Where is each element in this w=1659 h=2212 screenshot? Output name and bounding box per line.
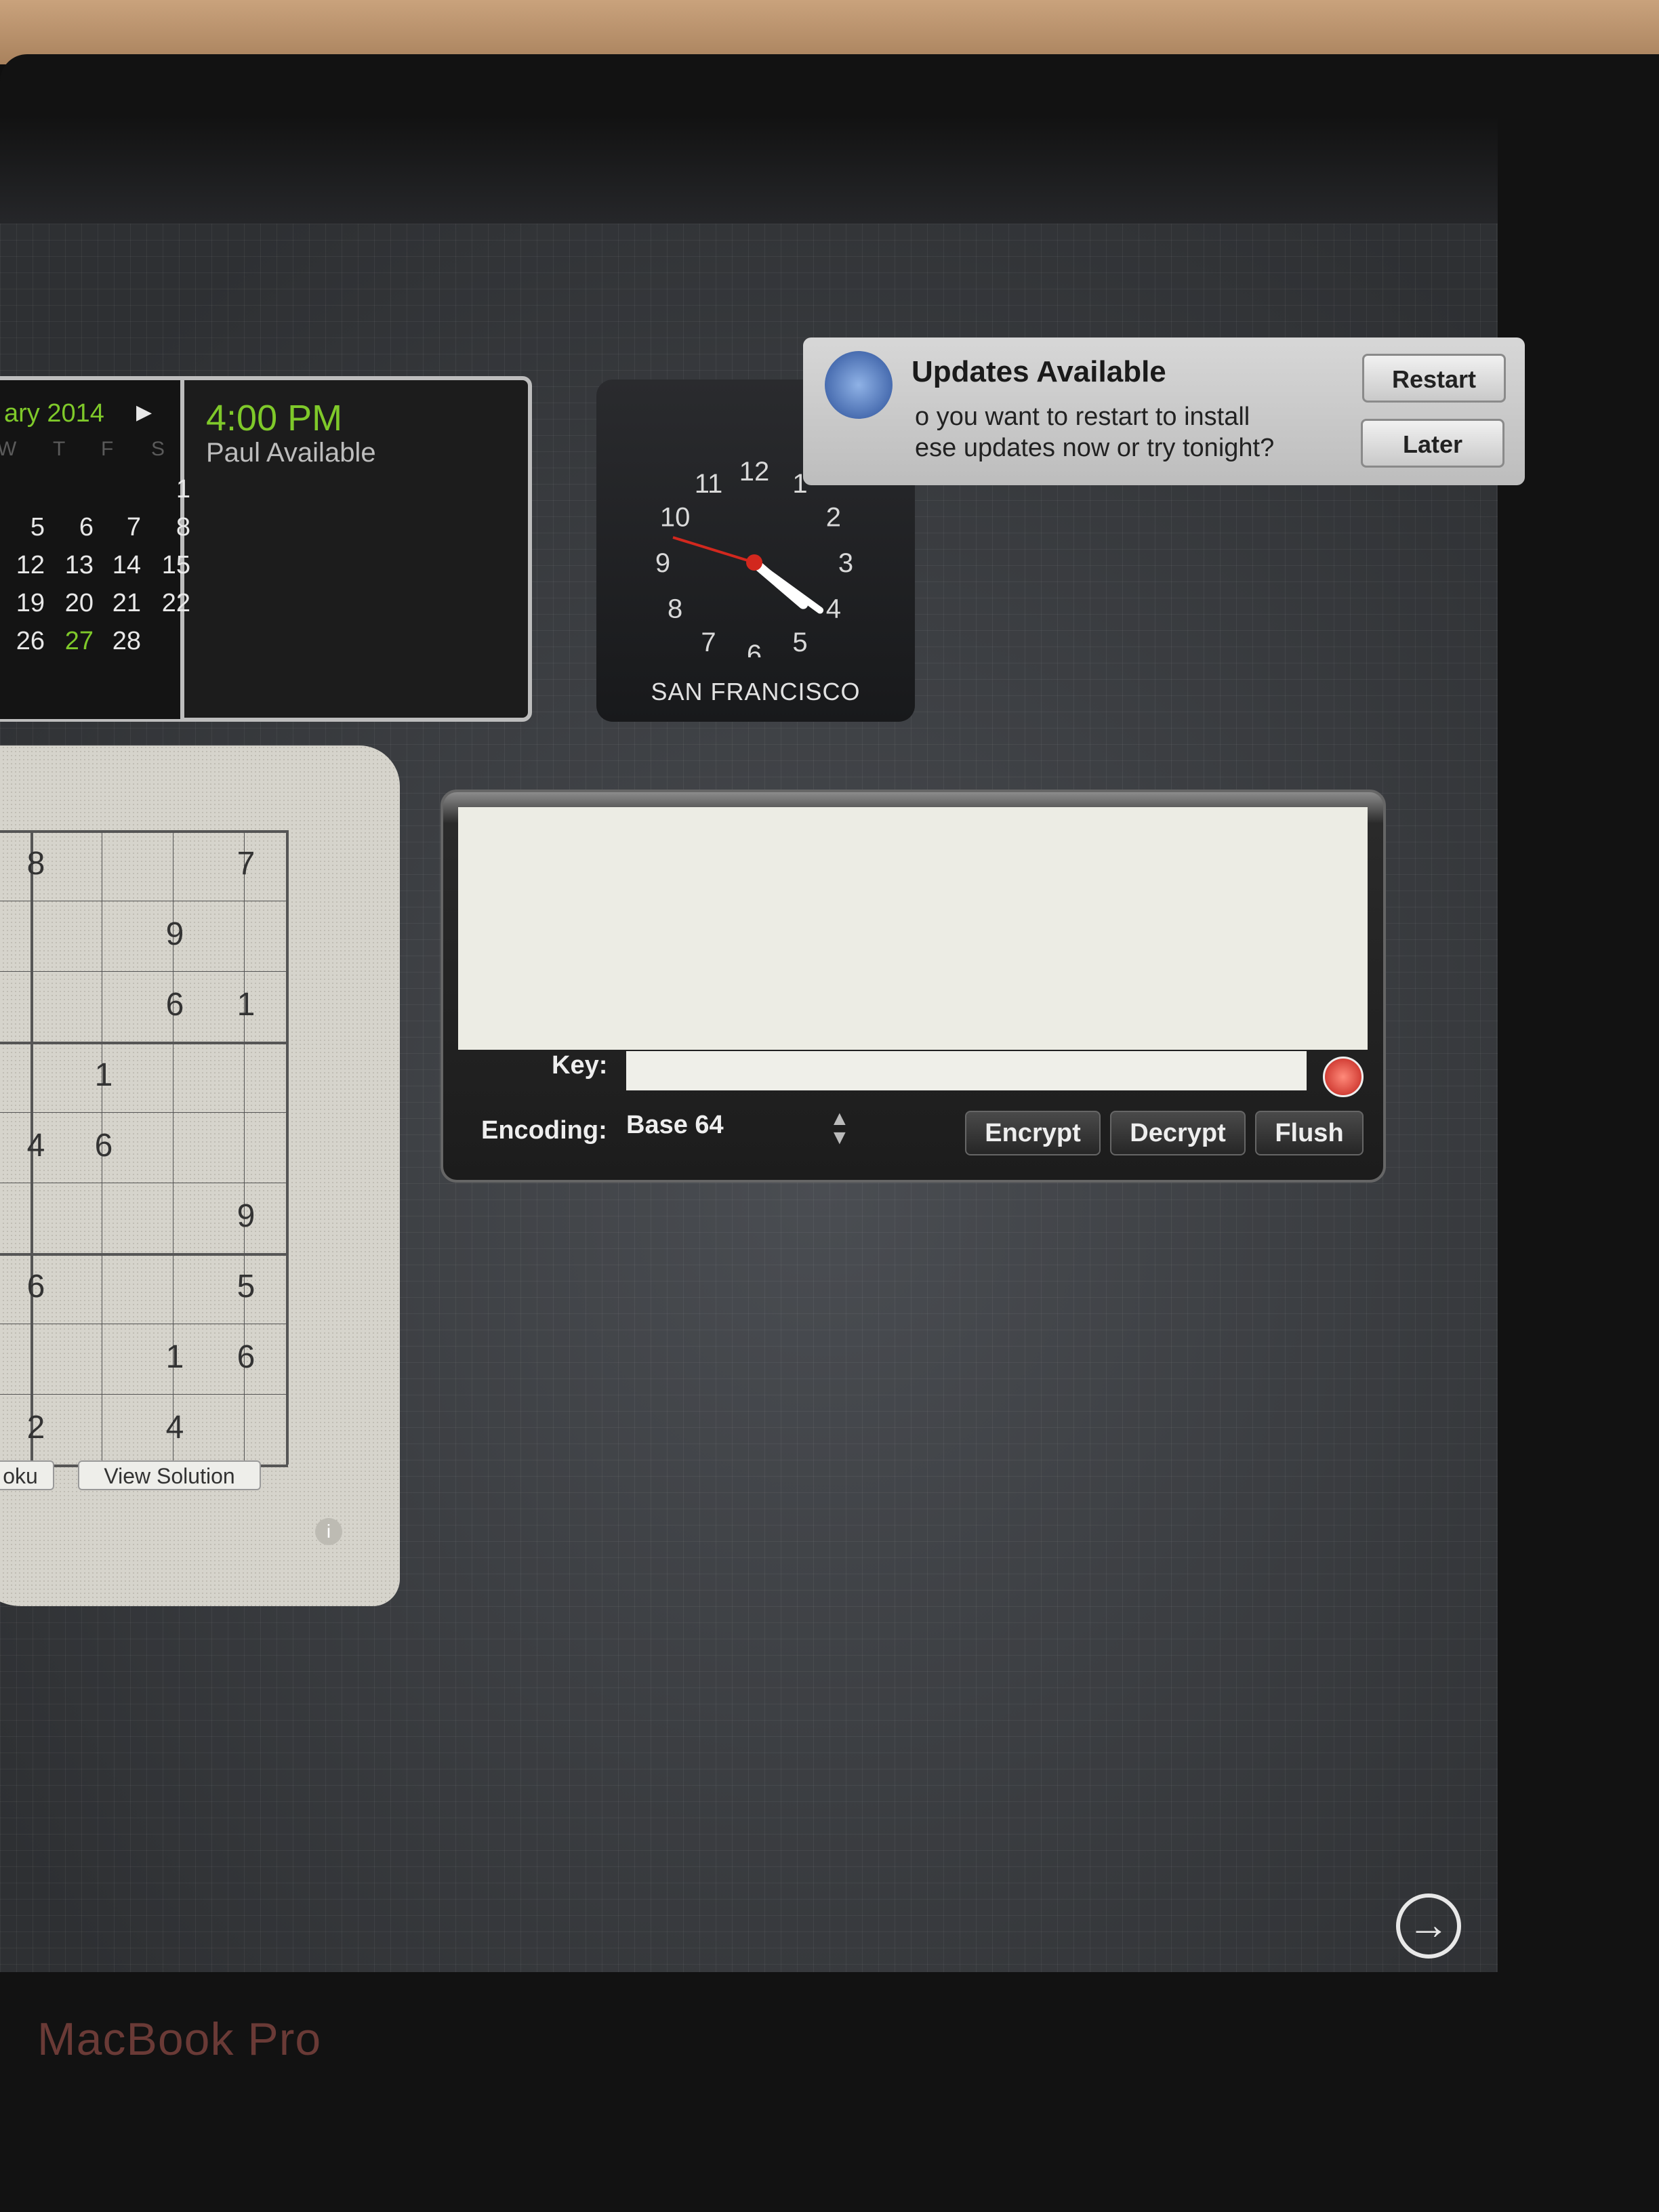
cipher-text-area[interactable] — [458, 807, 1368, 1050]
calendar-day: 27 — [64, 627, 94, 655]
sudoku-cell[interactable]: 6 — [141, 986, 209, 1023]
calendar-day: 13 — [64, 551, 94, 579]
clock-number: 2 — [826, 503, 841, 533]
clock-number: 5 — [792, 628, 807, 657]
clock-number: 6 — [747, 640, 762, 657]
app-store-icon — [825, 351, 893, 419]
sudoku-cell[interactable]: 8 — [2, 845, 70, 882]
weekday-f: F — [101, 438, 114, 460]
restart-button[interactable]: Restart — [1362, 354, 1506, 403]
event-time: 4:00 PM — [206, 398, 343, 438]
weekday-t: T — [53, 438, 66, 460]
key-label: Key: — [552, 1051, 608, 1080]
clock-number: 8 — [668, 594, 682, 624]
calendar-day: 28 — [112, 627, 141, 655]
clock-number: 4 — [826, 594, 841, 624]
sudoku-cell[interactable]: 5 — [212, 1268, 280, 1305]
clock-number: 9 — [655, 548, 670, 578]
second-hand — [672, 536, 755, 564]
select-arrows-icon: ▲ ▼ — [830, 1107, 850, 1149]
calendar-day: 19 — [16, 589, 45, 617]
sudoku-widget[interactable]: 879611469651624 oku View Solution i — [0, 745, 400, 1606]
decrypt-button[interactable]: Decrypt — [1110, 1111, 1246, 1155]
sudoku-cell[interactable]: 9 — [141, 916, 209, 953]
updates-notification: Updates Available o you want to restart … — [803, 337, 1525, 485]
sudoku-cell[interactable]: 9 — [212, 1197, 280, 1235]
sudoku-cell[interactable]: 7 — [212, 845, 280, 882]
weekday-s: S — [151, 438, 165, 460]
encoding-label: Encoding: — [481, 1116, 607, 1145]
info-icon[interactable]: i — [315, 1518, 342, 1545]
clock-number: 3 — [838, 548, 853, 578]
updates-message-line1: o you want to restart to install — [915, 403, 1250, 431]
view-solution-button[interactable]: View Solution — [78, 1460, 261, 1490]
calendar-day: 21 — [112, 589, 141, 617]
clock-number: 12 — [739, 457, 770, 487]
calendar-day: 26 — [16, 627, 45, 655]
calendar-day: 22 — [161, 589, 190, 617]
clock-center — [746, 554, 762, 571]
screen-top-edge — [0, 115, 1498, 227]
brand-label: MacBook Pro — [37, 2013, 322, 2065]
sudoku-cell[interactable]: 1 — [212, 986, 280, 1023]
calendar-day: 20 — [64, 589, 94, 617]
calendar-day: 6 — [79, 513, 94, 541]
weekday-w: W — [0, 438, 17, 460]
calendar-widget[interactable]: ary 2014 ▶ W T F S 1 5 6 7 8 12 13 14 15 19 20 21 22… — [0, 376, 532, 722]
sudoku-cell[interactable]: 6 — [70, 1127, 138, 1164]
clock-number: 11 — [695, 469, 723, 499]
clock-number: 10 — [660, 503, 691, 533]
sudoku-cell[interactable]: 6 — [2, 1268, 70, 1305]
calendar-month-label: ary 2014 — [4, 399, 104, 428]
sudoku-cell[interactable]: 1 — [70, 1057, 138, 1094]
updates-title: Updates Available — [912, 355, 1166, 388]
encrypt-button[interactable]: Encrypt — [965, 1111, 1101, 1155]
calendar-day: 8 — [176, 513, 190, 541]
calendar-day: 14 — [112, 551, 141, 579]
sudoku-row-line — [0, 1394, 288, 1395]
encoding-select[interactable]: Base 64 — [626, 1111, 850, 1151]
new-sudoku-button[interactable]: oku — [0, 1460, 54, 1490]
event-text: Paul Available — [206, 438, 376, 468]
sudoku-row-line — [0, 1253, 288, 1256]
flush-button[interactable]: Flush — [1255, 1111, 1364, 1155]
sudoku-cell[interactable]: 6 — [212, 1338, 280, 1376]
exit-dashboard-icon[interactable]: → — [1396, 1893, 1461, 1959]
clock-city: SAN FRANCISCO — [651, 678, 861, 705]
sudoku-row-line — [0, 971, 288, 972]
next-month-icon[interactable]: ▶ — [136, 401, 152, 424]
calendar-day: 5 — [30, 513, 45, 541]
sudoku-cell[interactable]: 1 — [141, 1338, 209, 1376]
later-button[interactable]: Later — [1361, 419, 1504, 468]
key-input[interactable] — [626, 1051, 1307, 1090]
sudoku-cell[interactable]: 4 — [2, 1127, 70, 1164]
minute-hand — [751, 559, 824, 614]
calendar-day: 12 — [16, 551, 45, 579]
calendar-day: 15 — [161, 551, 190, 579]
calendar-month-panel: ary 2014 ▶ W T F S — [0, 380, 184, 719]
calendar-day: 1 — [176, 475, 190, 504]
updates-message-line2: ese updates now or try tonight? — [915, 434, 1275, 462]
clock-number: 7 — [701, 628, 716, 657]
sudoku-cell[interactable]: 4 — [141, 1409, 209, 1446]
sudoku-col-line — [286, 830, 289, 1465]
sudoku-row-line — [0, 830, 288, 833]
sudoku-row-line — [0, 1042, 288, 1044]
sudoku-row-line — [0, 1112, 288, 1113]
clear-key-icon[interactable] — [1323, 1057, 1364, 1097]
sudoku-cell[interactable]: 2 — [2, 1409, 70, 1446]
calendar-day: 7 — [126, 513, 141, 541]
encoding-value: Base 64 — [626, 1111, 724, 1139]
cipher-widget: Key: Encoding: Base 64 ▲ ▼ Encrypt Decryp… — [441, 790, 1386, 1183]
sudoku-grid[interactable]: 879611469651624 — [0, 817, 289, 1525]
